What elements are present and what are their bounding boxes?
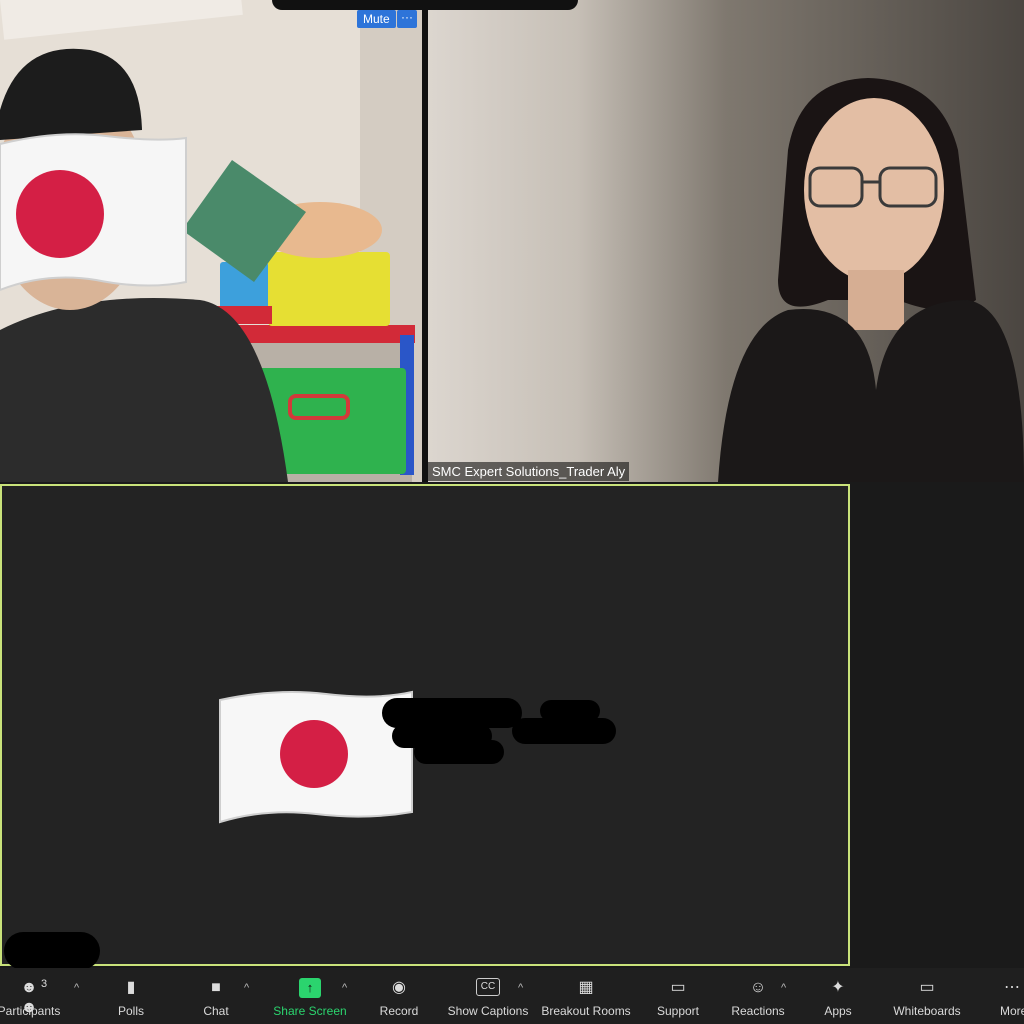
toolbar-label: Apps: [824, 1004, 852, 1018]
toolbar-support[interactable]: ▭ Support: [650, 968, 706, 1024]
polls-icon: ▮: [126, 979, 136, 996]
toolbar-label: Breakout Rooms: [541, 1004, 631, 1018]
toolbar-label: Polls: [117, 1004, 144, 1018]
participant-video-right: [428, 0, 1024, 482]
toolbar-participants[interactable]: ☻☻ 3 Participants: [0, 968, 64, 1024]
yellow-basket: [268, 252, 390, 326]
captions-icon: CC: [476, 978, 500, 996]
toolbar-label: Share Screen: [273, 1004, 347, 1018]
caret-icon[interactable]: ^: [244, 982, 249, 994]
breakout-rooms-icon: ▦: [578, 979, 594, 996]
toolbar-breakout-rooms[interactable]: ▦ Breakout Rooms: [540, 968, 632, 1024]
redacted-name: [414, 740, 504, 764]
participant-video-tile-right[interactable]: [428, 0, 1024, 482]
toolbar-label: Show Captions: [447, 1004, 529, 1018]
more-options-button[interactable]: ···: [397, 10, 417, 28]
participant-name-label: SMC Expert Solutions_Trader Aly: [428, 462, 630, 481]
caret-icon[interactable]: ^: [518, 982, 523, 994]
toolbar-reactions[interactable]: ☺ Reactions: [728, 968, 788, 1024]
toolbar-chat[interactable]: ■ Chat: [190, 968, 242, 1024]
meeting-toolbar: ☻☻ 3 Participants ^ ▮ Polls ■ Chat ^ ↑ S…: [0, 968, 1024, 1024]
top-bar-notch: [272, 0, 578, 10]
whiteboards-icon: ▭: [919, 979, 935, 996]
active-speaker-tile[interactable]: [0, 484, 850, 966]
caret-icon[interactable]: ^: [342, 982, 347, 994]
japan-flag-icon: [0, 133, 187, 292]
toolbar-whiteboards[interactable]: ▭ Whiteboards: [890, 968, 964, 1024]
participants-icon: ☻☻: [20, 979, 38, 1016]
toolbar-apps[interactable]: ✦ Apps: [818, 968, 858, 1024]
caret-icon[interactable]: ^: [781, 982, 786, 994]
participant-video-tile-left[interactable]: Mute ···: [0, 0, 422, 482]
toolbar-label: More: [1000, 1004, 1024, 1018]
toolbar-record[interactable]: ◉ Record: [374, 968, 424, 1024]
caret-icon[interactable]: ^: [74, 982, 79, 994]
toolbar-polls[interactable]: ▮ Polls: [106, 968, 156, 1024]
woman-face: [804, 98, 944, 282]
toolbar-more[interactable]: ⋯ More: [1000, 968, 1024, 1024]
record-icon: ◉: [392, 979, 406, 996]
redacted-name: [540, 700, 600, 722]
more-icon: ⋯: [1004, 979, 1020, 996]
chat-icon: ■: [211, 979, 221, 996]
mute-button[interactable]: Mute: [357, 10, 396, 28]
toolbar-label: Participants: [0, 1004, 61, 1018]
participants-count: 3: [41, 978, 48, 990]
redacted-area: [4, 932, 100, 970]
woman-neck: [848, 270, 904, 330]
toolbar-share-screen[interactable]: ↑ Share Screen: [268, 968, 352, 1024]
toolbar-label: Whiteboards: [893, 1004, 961, 1018]
apps-icon: ✦: [831, 979, 845, 996]
toolbar-label: Chat: [203, 1004, 229, 1018]
toolbar-label: Record: [379, 1004, 419, 1018]
reactions-icon: ☺: [749, 979, 767, 996]
toolbar-label: Support: [656, 1004, 700, 1018]
toolbar-label: Reactions: [731, 1004, 785, 1018]
toolbar-show-captions[interactable]: CC Show Captions: [444, 968, 532, 1024]
support-icon: ▭: [670, 979, 686, 996]
share-screen-icon: ↑: [299, 978, 321, 998]
